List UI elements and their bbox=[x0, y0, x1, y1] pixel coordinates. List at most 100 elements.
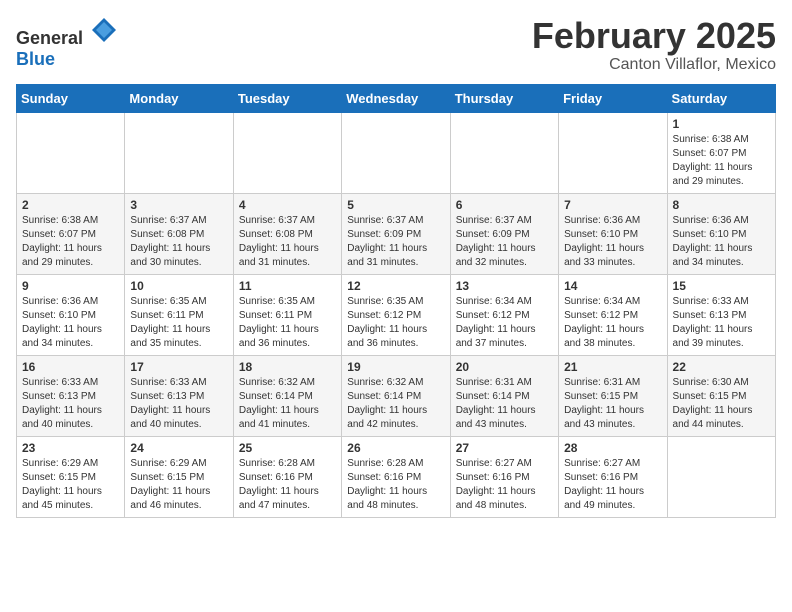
calendar-week-row: 16 Sunrise: 6:33 AM Sunset: 6:13 PM Dayli… bbox=[17, 355, 776, 436]
calendar-cell bbox=[342, 112, 450, 193]
calendar-cell: 23 Sunrise: 6:29 AM Sunset: 6:15 PM Dayli… bbox=[17, 436, 125, 517]
calendar-cell: 12 Sunrise: 6:35 AM Sunset: 6:12 PM Dayli… bbox=[342, 274, 450, 355]
calendar-cell: 16 Sunrise: 6:33 AM Sunset: 6:13 PM Dayli… bbox=[17, 355, 125, 436]
day-number: 24 bbox=[130, 441, 227, 455]
day-info: Sunrise: 6:32 AM Sunset: 6:14 PM Dayligh… bbox=[347, 376, 444, 432]
calendar-cell: 21 Sunrise: 6:31 AM Sunset: 6:15 PM Dayli… bbox=[559, 355, 667, 436]
day-number: 6 bbox=[456, 198, 553, 212]
calendar-cell: 8 Sunrise: 6:36 AM Sunset: 6:10 PM Daylig… bbox=[667, 193, 775, 274]
day-info: Sunrise: 6:36 AM Sunset: 6:10 PM Dayligh… bbox=[22, 295, 119, 351]
title-area: February 2025 Canton Villaflor, Mexico bbox=[532, 16, 776, 74]
day-number: 2 bbox=[22, 198, 119, 212]
calendar-cell bbox=[233, 112, 341, 193]
day-number: 1 bbox=[673, 117, 770, 131]
day-number: 17 bbox=[130, 360, 227, 374]
calendar-cell: 28 Sunrise: 6:27 AM Sunset: 6:16 PM Dayli… bbox=[559, 436, 667, 517]
day-info: Sunrise: 6:30 AM Sunset: 6:15 PM Dayligh… bbox=[673, 376, 770, 432]
day-info: Sunrise: 6:27 AM Sunset: 6:16 PM Dayligh… bbox=[456, 457, 553, 513]
day-number: 10 bbox=[130, 279, 227, 293]
day-number: 12 bbox=[347, 279, 444, 293]
location-title: Canton Villaflor, Mexico bbox=[532, 56, 776, 74]
day-number: 22 bbox=[673, 360, 770, 374]
calendar-cell bbox=[17, 112, 125, 193]
day-info: Sunrise: 6:31 AM Sunset: 6:15 PM Dayligh… bbox=[564, 376, 661, 432]
day-info: Sunrise: 6:37 AM Sunset: 6:09 PM Dayligh… bbox=[456, 214, 553, 270]
calendar-cell: 2 Sunrise: 6:38 AM Sunset: 6:07 PM Daylig… bbox=[17, 193, 125, 274]
weekday-header: Monday bbox=[125, 84, 233, 112]
day-number: 26 bbox=[347, 441, 444, 455]
logo-blue: Blue bbox=[16, 49, 55, 69]
calendar-cell: 13 Sunrise: 6:34 AM Sunset: 6:12 PM Dayli… bbox=[450, 274, 558, 355]
day-number: 13 bbox=[456, 279, 553, 293]
day-info: Sunrise: 6:33 AM Sunset: 6:13 PM Dayligh… bbox=[130, 376, 227, 432]
calendar-cell: 17 Sunrise: 6:33 AM Sunset: 6:13 PM Dayli… bbox=[125, 355, 233, 436]
calendar-cell: 5 Sunrise: 6:37 AM Sunset: 6:09 PM Daylig… bbox=[342, 193, 450, 274]
day-number: 15 bbox=[673, 279, 770, 293]
calendar-cell bbox=[559, 112, 667, 193]
calendar-cell: 11 Sunrise: 6:35 AM Sunset: 6:11 PM Dayli… bbox=[233, 274, 341, 355]
calendar-cell bbox=[125, 112, 233, 193]
day-number: 11 bbox=[239, 279, 336, 293]
calendar-cell: 27Sunrise: 6:27 AM Sunset: 6:16 PM Dayli… bbox=[450, 436, 558, 517]
day-info: Sunrise: 6:34 AM Sunset: 6:12 PM Dayligh… bbox=[564, 295, 661, 351]
calendar-header-row: SundayMondayTuesdayWednesdayThursdayFrid… bbox=[17, 84, 776, 112]
day-number: 9 bbox=[22, 279, 119, 293]
calendar-cell: 3 Sunrise: 6:37 AM Sunset: 6:08 PM Daylig… bbox=[125, 193, 233, 274]
calendar-cell: 22 Sunrise: 6:30 AM Sunset: 6:15 PM Dayli… bbox=[667, 355, 775, 436]
calendar-cell: 1 Sunrise: 6:38 AM Sunset: 6:07 PM Daylig… bbox=[667, 112, 775, 193]
day-number: 20 bbox=[456, 360, 553, 374]
day-info: Sunrise: 6:29 AM Sunset: 6:15 PM Dayligh… bbox=[22, 457, 119, 513]
calendar-week-row: 2 Sunrise: 6:38 AM Sunset: 6:07 PM Daylig… bbox=[17, 193, 776, 274]
day-info: Sunrise: 6:29 AM Sunset: 6:15 PM Dayligh… bbox=[130, 457, 227, 513]
calendar-week-row: 23 Sunrise: 6:29 AM Sunset: 6:15 PM Dayli… bbox=[17, 436, 776, 517]
calendar-cell bbox=[667, 436, 775, 517]
day-number: 16 bbox=[22, 360, 119, 374]
day-info: Sunrise: 6:38 AM Sunset: 6:07 PM Dayligh… bbox=[673, 133, 770, 189]
weekday-header: Friday bbox=[559, 84, 667, 112]
day-number: 28 bbox=[564, 441, 661, 455]
day-number: 23 bbox=[22, 441, 119, 455]
day-number: 3 bbox=[130, 198, 227, 212]
day-info: Sunrise: 6:38 AM Sunset: 6:07 PM Dayligh… bbox=[22, 214, 119, 270]
weekday-header: Tuesday bbox=[233, 84, 341, 112]
day-info: Sunrise: 6:36 AM Sunset: 6:10 PM Dayligh… bbox=[564, 214, 661, 270]
logo: General Blue bbox=[16, 16, 118, 70]
weekday-header: Wednesday bbox=[342, 84, 450, 112]
calendar-cell: 15 Sunrise: 6:33 AM Sunset: 6:13 PM Dayli… bbox=[667, 274, 775, 355]
weekday-header: Thursday bbox=[450, 84, 558, 112]
day-info: Sunrise: 6:33 AM Sunset: 6:13 PM Dayligh… bbox=[673, 295, 770, 351]
day-info: Sunrise: 6:35 AM Sunset: 6:12 PM Dayligh… bbox=[347, 295, 444, 351]
day-number: 21 bbox=[564, 360, 661, 374]
day-number: 19 bbox=[347, 360, 444, 374]
calendar-cell: 10Sunrise: 6:35 AM Sunset: 6:11 PM Dayli… bbox=[125, 274, 233, 355]
calendar-cell: 19 Sunrise: 6:32 AM Sunset: 6:14 PM Dayli… bbox=[342, 355, 450, 436]
day-info: Sunrise: 6:37 AM Sunset: 6:08 PM Dayligh… bbox=[239, 214, 336, 270]
calendar-week-row: 9 Sunrise: 6:36 AM Sunset: 6:10 PM Daylig… bbox=[17, 274, 776, 355]
day-number: 8 bbox=[673, 198, 770, 212]
weekday-header: Saturday bbox=[667, 84, 775, 112]
calendar-cell: 24 Sunrise: 6:29 AM Sunset: 6:15 PM Dayli… bbox=[125, 436, 233, 517]
calendar-cell: 9 Sunrise: 6:36 AM Sunset: 6:10 PM Daylig… bbox=[17, 274, 125, 355]
day-info: Sunrise: 6:27 AM Sunset: 6:16 PM Dayligh… bbox=[564, 457, 661, 513]
day-info: Sunrise: 6:28 AM Sunset: 6:16 PM Dayligh… bbox=[239, 457, 336, 513]
day-info: Sunrise: 6:33 AM Sunset: 6:13 PM Dayligh… bbox=[22, 376, 119, 432]
day-info: Sunrise: 6:34 AM Sunset: 6:12 PM Dayligh… bbox=[456, 295, 553, 351]
calendar-cell: 14Sunrise: 6:34 AM Sunset: 6:12 PM Dayli… bbox=[559, 274, 667, 355]
day-info: Sunrise: 6:28 AM Sunset: 6:16 PM Dayligh… bbox=[347, 457, 444, 513]
calendar-cell: 26 Sunrise: 6:28 AM Sunset: 6:16 PM Dayli… bbox=[342, 436, 450, 517]
day-info: Sunrise: 6:36 AM Sunset: 6:10 PM Dayligh… bbox=[673, 214, 770, 270]
calendar-table: SundayMondayTuesdayWednesdayThursdayFrid… bbox=[16, 84, 776, 518]
day-info: Sunrise: 6:37 AM Sunset: 6:08 PM Dayligh… bbox=[130, 214, 227, 270]
calendar-cell: 25Sunrise: 6:28 AM Sunset: 6:16 PM Dayli… bbox=[233, 436, 341, 517]
day-number: 18 bbox=[239, 360, 336, 374]
day-info: Sunrise: 6:37 AM Sunset: 6:09 PM Dayligh… bbox=[347, 214, 444, 270]
day-info: Sunrise: 6:35 AM Sunset: 6:11 PM Dayligh… bbox=[239, 295, 336, 351]
month-title: February 2025 bbox=[532, 16, 776, 56]
logo-text: General Blue bbox=[16, 16, 118, 70]
day-number: 7 bbox=[564, 198, 661, 212]
calendar-cell: 6 Sunrise: 6:37 AM Sunset: 6:09 PM Daylig… bbox=[450, 193, 558, 274]
day-number: 5 bbox=[347, 198, 444, 212]
calendar-cell: 20Sunrise: 6:31 AM Sunset: 6:14 PM Dayli… bbox=[450, 355, 558, 436]
calendar-week-row: 1 Sunrise: 6:38 AM Sunset: 6:07 PM Daylig… bbox=[17, 112, 776, 193]
calendar-cell: 18Sunrise: 6:32 AM Sunset: 6:14 PM Dayli… bbox=[233, 355, 341, 436]
